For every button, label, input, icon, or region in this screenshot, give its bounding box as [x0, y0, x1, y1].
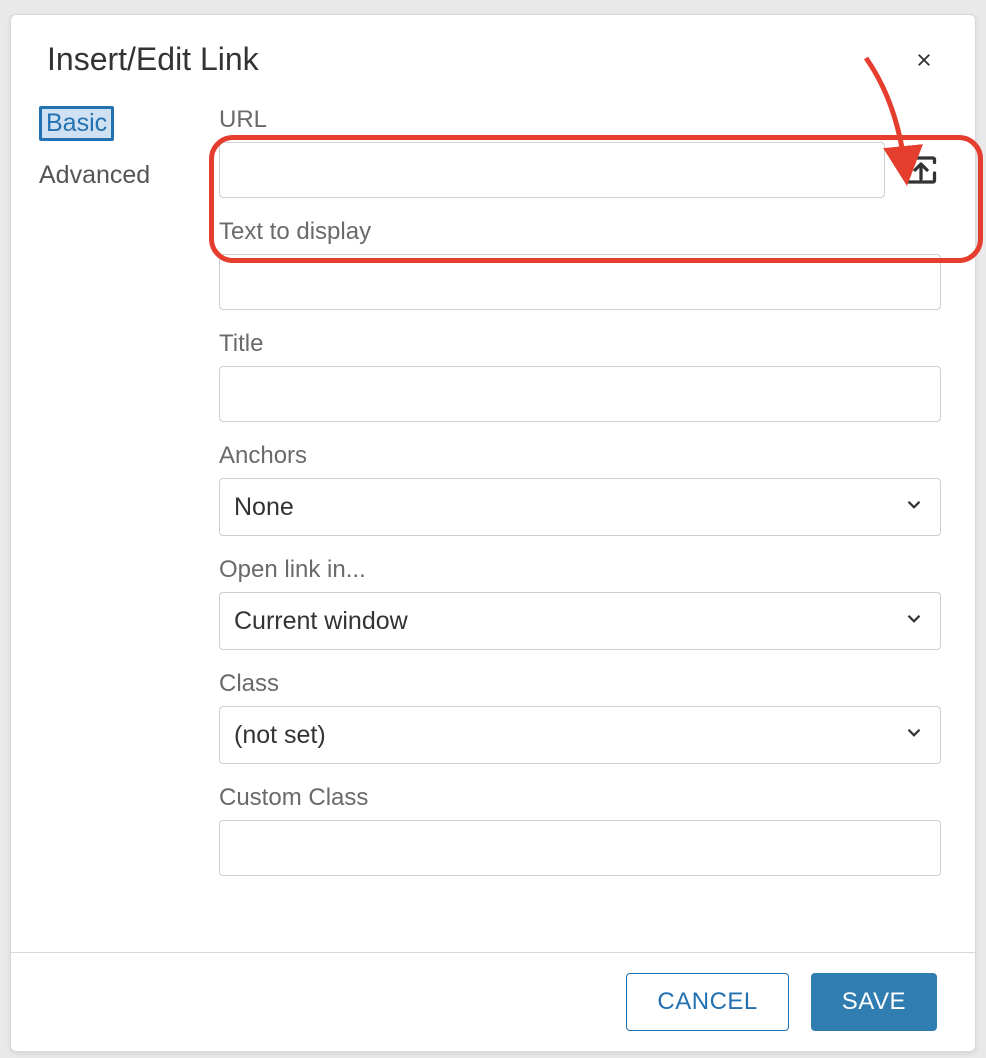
cancel-button[interactable]: CANCEL: [626, 973, 788, 1031]
class-select[interactable]: (not set): [219, 706, 941, 764]
tab-advanced[interactable]: Advanced: [39, 155, 150, 196]
dialog-body: Basic Advanced URL: [11, 88, 975, 952]
customclass-label: Custom Class: [219, 784, 941, 812]
upload-icon: [903, 152, 939, 188]
title-label: Title: [219, 330, 941, 358]
insert-edit-link-dialog: Insert/Edit Link Basic Advanced URL: [10, 14, 976, 1052]
url-label: URL: [219, 106, 941, 134]
save-button[interactable]: SAVE: [811, 973, 937, 1031]
field-class-group: Class (not set): [219, 670, 941, 764]
text-to-display-input[interactable]: [219, 254, 941, 310]
dialog-title: Insert/Edit Link: [47, 41, 259, 78]
dialog-header: Insert/Edit Link: [11, 15, 975, 88]
text-to-display-label: Text to display: [219, 218, 941, 246]
tab-basic[interactable]: Basic: [39, 106, 114, 141]
class-label: Class: [219, 670, 941, 698]
url-input[interactable]: [219, 142, 885, 198]
openlink-label: Open link in...: [219, 556, 941, 584]
field-anchors-group: Anchors None: [219, 442, 941, 536]
form-area: URL Text to display: [219, 106, 947, 952]
anchors-select[interactable]: None: [219, 478, 941, 536]
customclass-input[interactable]: [219, 820, 941, 876]
title-input[interactable]: [219, 366, 941, 422]
url-browse-button[interactable]: [901, 150, 941, 190]
field-url-group: URL: [219, 106, 941, 198]
field-title-group: Title: [219, 330, 941, 422]
anchors-value: None: [234, 493, 294, 522]
anchors-label: Anchors: [219, 442, 941, 470]
class-value: (not set): [234, 721, 326, 750]
openlink-select[interactable]: Current window: [219, 592, 941, 650]
field-openlink-group: Open link in... Current window: [219, 556, 941, 650]
field-text-group: Text to display: [219, 218, 941, 310]
tab-list: Basic Advanced: [39, 106, 219, 952]
field-customclass-group: Custom Class: [219, 784, 941, 876]
openlink-value: Current window: [234, 607, 408, 636]
close-icon: [915, 49, 933, 71]
dialog-footer: CANCEL SAVE: [11, 952, 975, 1051]
close-button[interactable]: [909, 45, 939, 75]
